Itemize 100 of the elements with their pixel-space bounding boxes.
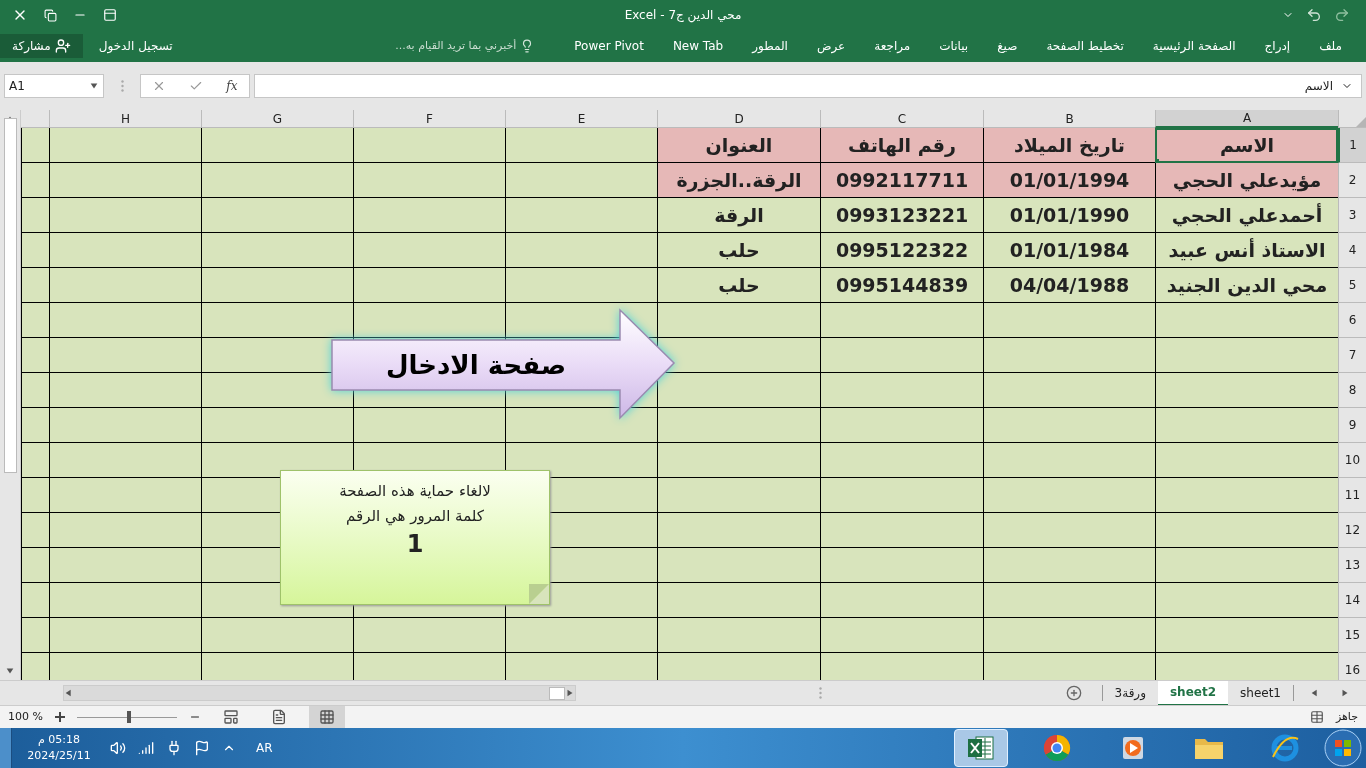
zoom-level[interactable]: 100 % <box>8 708 43 726</box>
column-header[interactable]: H <box>49 110 201 128</box>
scrollbar-thumb[interactable] <box>548 686 565 700</box>
power-icon[interactable] <box>166 740 182 756</box>
normal-view-icon <box>318 709 335 725</box>
row-header[interactable]: 13 <box>1338 548 1366 583</box>
enter-icon[interactable] <box>189 79 204 93</box>
row-header[interactable]: 16 <box>1338 653 1366 680</box>
scroll-down-icon[interactable] <box>5 666 15 676</box>
table-cell: 0992117711 <box>820 163 983 198</box>
column-header[interactable]: E <box>505 110 657 128</box>
ribbon-tab[interactable]: ملف <box>1319 37 1342 55</box>
table-cell: 0993123221 <box>820 198 983 233</box>
ribbon-tab[interactable]: Power Pivot <box>574 37 644 55</box>
table-cell: حلب <box>657 268 820 303</box>
add-person-icon <box>54 38 71 54</box>
row-header[interactable]: 15 <box>1338 618 1366 653</box>
network-icon[interactable] <box>138 740 154 756</box>
start-button-icon[interactable] <box>1324 729 1362 767</box>
row-header[interactable]: 2 <box>1338 163 1366 198</box>
column-header[interactable]: C <box>820 110 983 128</box>
row-header[interactable]: 10 <box>1338 443 1366 478</box>
clock-date[interactable]: 2024/25/11 <box>27 748 91 764</box>
scrollbar-thumb[interactable] <box>3 117 17 473</box>
column-header[interactable]: A <box>1155 110 1338 128</box>
ribbon-display-icon[interactable] <box>103 8 117 22</box>
row-header[interactable]: 3 <box>1338 198 1366 233</box>
table-cell: حلب <box>657 233 820 268</box>
spreadsheet-app-icon[interactable] <box>966 733 996 763</box>
show-desktop-button[interactable] <box>0 728 12 768</box>
ribbon-tab[interactable]: عرض <box>816 37 846 55</box>
next-sheet-icon[interactable] <box>1340 688 1350 698</box>
row-header[interactable]: 5 <box>1338 268 1366 303</box>
table-cell: 04/04/1988 <box>983 268 1155 303</box>
table-cell: الاستاذ أنس عبيد <box>1155 233 1338 268</box>
table-cell: مؤيدعلي الحجي <box>1155 163 1338 198</box>
table-cell: 0995122322 <box>820 233 983 268</box>
row-header[interactable]: 14 <box>1338 583 1366 618</box>
sheet-tab[interactable]: ورقة3 <box>1102 680 1158 706</box>
flag-icon[interactable] <box>194 740 210 756</box>
column-header[interactable]: G <box>201 110 353 128</box>
sheet-tab[interactable]: sheet2 <box>1157 680 1229 706</box>
grip-dots-icon[interactable] <box>120 80 124 92</box>
table-cell: أحمدعلي الحجي <box>1155 198 1338 233</box>
arrow-label: صفحة الادخال <box>385 348 567 382</box>
browser-e-icon[interactable] <box>1270 733 1300 763</box>
name-box[interactable]: A1 <box>4 74 104 98</box>
row-header[interactable]: 8 <box>1338 373 1366 408</box>
row-header[interactable]: 11 <box>1338 478 1366 513</box>
view-button[interactable] <box>308 705 345 729</box>
row-header[interactable]: 6 <box>1338 303 1366 338</box>
insert-function-button[interactable]: fx <box>226 77 238 95</box>
ribbon-tab[interactable]: بيانات <box>939 37 969 55</box>
clock-time[interactable]: 05:18 م <box>38 732 80 748</box>
scroll-left-icon[interactable] <box>63 688 74 698</box>
ribbon-tab[interactable]: تخطيط الصفحة <box>1046 37 1124 55</box>
ribbon-tab[interactable]: صيغ <box>997 37 1018 55</box>
dropdown-caret-icon[interactable] <box>89 81 99 91</box>
ribbon-tab[interactable]: New Tab <box>672 37 724 55</box>
page-layout-icon <box>270 709 287 725</box>
undo-icon[interactable] <box>1306 7 1322 23</box>
ribbon-tab[interactable]: مراجعة <box>874 37 911 55</box>
macro-record-icon[interactable] <box>1309 710 1324 724</box>
row-header[interactable]: 4 <box>1338 233 1366 268</box>
row-header[interactable]: 7 <box>1338 338 1366 373</box>
ribbon-tab[interactable]: الصفحة الرئيسية <box>1152 37 1236 55</box>
browser-app-icon[interactable] <box>1042 733 1072 763</box>
volume-icon[interactable] <box>110 740 126 756</box>
taskbar-button[interactable] <box>954 729 1008 767</box>
column-header[interactable]: B <box>983 110 1155 128</box>
zoom-in-icon[interactable] <box>54 712 65 722</box>
table-cell: الرقة <box>657 198 820 233</box>
table-cell: تاريخ الميلاد <box>983 128 1155 163</box>
sheet-tab[interactable]: sheet1 <box>1228 680 1293 706</box>
restore-icon[interactable] <box>44 8 57 22</box>
table-cell: محي الدين الجنيد <box>1155 268 1338 303</box>
grip-dots-icon[interactable] <box>819 687 823 699</box>
table-cell: 0995144839 <box>820 268 983 303</box>
zoom-slider-thumb[interactable] <box>126 710 131 723</box>
sign-in-link[interactable]: تسجيل الدخول <box>98 37 173 55</box>
status-text: جاهز <box>1335 708 1358 725</box>
language-indicator[interactable]: AR <box>256 739 273 757</box>
redo-icon[interactable] <box>1334 7 1350 23</box>
add-sheet-icon[interactable] <box>1065 685 1082 701</box>
row-header[interactable]: 9 <box>1338 408 1366 443</box>
table-cell: 01/01/1990 <box>983 198 1155 233</box>
table-cell: الرقة..الجزرة <box>657 163 820 198</box>
window-title: محي الدين ج7 - Excel <box>624 7 742 24</box>
row-header[interactable]: 1 <box>1338 128 1366 163</box>
ribbon-tab[interactable]: إدراج <box>1264 37 1291 55</box>
row-header[interactable]: 12 <box>1338 513 1366 548</box>
column-header[interactable]: D <box>657 110 820 128</box>
page-break-icon <box>222 709 239 725</box>
note-line: لالغاء حماية هذه الصفحة <box>339 481 491 502</box>
table-cell: العنوان <box>657 128 820 163</box>
ribbon-tab[interactable]: المطور <box>752 37 788 55</box>
column-header[interactable]: F <box>353 110 505 128</box>
previous-sheet-icon[interactable] <box>1310 688 1320 698</box>
share-button[interactable]: مشاركة <box>0 34 83 58</box>
formula-input[interactable]: الاسم <box>254 74 1362 98</box>
